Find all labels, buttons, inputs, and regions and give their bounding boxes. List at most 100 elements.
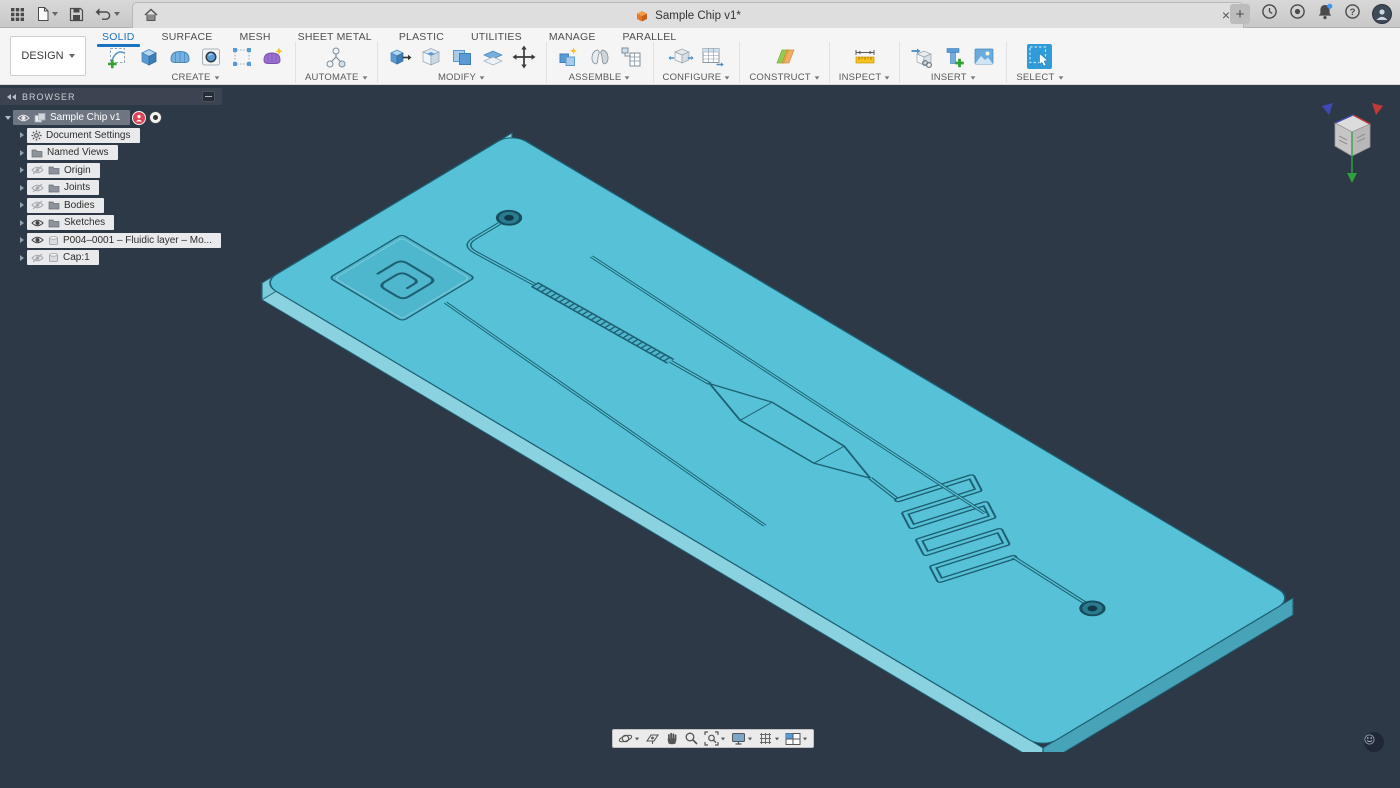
- expand-arrow-icon[interactable]: [17, 202, 27, 208]
- browser-row-sketches[interactable]: Sketches: [0, 214, 240, 232]
- browser-row-root[interactable]: Sample Chip v1: [0, 109, 240, 127]
- group-select: SELECT: [1007, 42, 1072, 83]
- expand-arrow-icon[interactable]: [17, 255, 27, 261]
- select-icon[interactable]: [1026, 43, 1053, 70]
- user-avatar[interactable]: [1372, 4, 1392, 24]
- move-icon[interactable]: [511, 44, 537, 70]
- pan-icon[interactable]: [664, 731, 680, 746]
- group-label-assemble[interactable]: ASSEMBLE: [569, 72, 631, 83]
- insert-part-icon[interactable]: [940, 44, 966, 70]
- group-label-modify[interactable]: MODIFY: [438, 72, 485, 83]
- look-at-icon[interactable]: [644, 731, 661, 746]
- new-tab-button[interactable]: +: [1230, 4, 1250, 24]
- tab-surface[interactable]: SURFACE: [162, 31, 213, 43]
- construction-plane-icon[interactable]: [772, 44, 798, 70]
- pattern-icon[interactable]: [229, 44, 255, 70]
- tab-sheet-metal[interactable]: SHEET METAL: [298, 31, 372, 43]
- orbit-icon[interactable]: [617, 731, 641, 746]
- split-body-icon[interactable]: [480, 44, 506, 70]
- form-icon[interactable]: [167, 44, 193, 70]
- file-icon[interactable]: [36, 6, 58, 22]
- browser-row-fluidic-layer[interactable]: P004–0001 – Fluidic layer – Mo...: [0, 232, 240, 250]
- undo-icon[interactable]: [95, 7, 120, 21]
- expand-arrow-icon[interactable]: [17, 185, 27, 191]
- view-cube-body[interactable]: [1335, 115, 1370, 156]
- axis-x-arrow[interactable]: [1372, 103, 1383, 115]
- viewport-canvas[interactable]: BROWSER Sample Chip v1: [0, 85, 1400, 752]
- tab-utilities[interactable]: UTILITIES: [471, 31, 522, 43]
- hole-icon[interactable]: [198, 44, 224, 70]
- expand-arrow-icon[interactable]: [17, 220, 27, 226]
- view-cube[interactable]: [1310, 93, 1395, 188]
- visibility-off-eye-icon[interactable]: [31, 183, 44, 193]
- visibility-eye-icon[interactable]: [31, 235, 44, 245]
- automate-icon[interactable]: [323, 44, 349, 70]
- group-label-inspect[interactable]: INSPECT: [839, 72, 891, 83]
- fit-icon[interactable]: [703, 731, 727, 746]
- insert-derive-icon[interactable]: [909, 44, 935, 70]
- visibility-off-eye-icon[interactable]: [31, 200, 44, 210]
- group-label-insert[interactable]: INSERT: [931, 72, 976, 83]
- create-form-icon[interactable]: [260, 44, 286, 70]
- browser-row-named-views[interactable]: Named Views: [0, 144, 240, 162]
- activate-radio-icon[interactable]: [149, 111, 162, 124]
- shell-icon[interactable]: [418, 44, 444, 70]
- axis-z-arrow[interactable]: [1322, 103, 1333, 115]
- browser-tree: Sample Chip v1 Document Settings: [0, 109, 240, 267]
- visibility-off-eye-icon[interactable]: [31, 165, 44, 175]
- notifications-bell-icon[interactable]: [1317, 3, 1333, 25]
- browser-row-origin[interactable]: Origin: [0, 162, 240, 180]
- group-label-create[interactable]: CREATE: [171, 72, 219, 83]
- display-filter-icon[interactable]: [202, 91, 215, 102]
- tab-mesh[interactable]: MESH: [240, 31, 271, 43]
- visibility-off-eye-icon[interactable]: [31, 253, 44, 263]
- browser-row-bodies[interactable]: Bodies: [0, 197, 240, 215]
- chevron-down-icon: [52, 12, 58, 16]
- combine-icon[interactable]: [449, 44, 475, 70]
- assistant-icon[interactable]: [1364, 732, 1384, 752]
- collapse-panel-icon[interactable]: [7, 94, 16, 100]
- group-label-automate[interactable]: AUTOMATE: [305, 72, 368, 83]
- group-label-configure[interactable]: CONFIGURE: [663, 72, 731, 83]
- expand-arrow-icon[interactable]: [17, 167, 27, 173]
- extrude-icon[interactable]: [136, 44, 162, 70]
- grid-icon[interactable]: [757, 731, 781, 746]
- browser-row-cap[interactable]: Cap:1: [0, 249, 240, 267]
- group-label-select[interactable]: SELECT: [1016, 72, 1063, 83]
- tab-manage[interactable]: MANAGE: [549, 31, 596, 43]
- tab-plastic[interactable]: PLASTIC: [399, 31, 444, 43]
- joint-icon[interactable]: [587, 44, 613, 70]
- tab-parallel[interactable]: PARALLEL: [623, 31, 677, 43]
- help-icon[interactable]: ?: [1344, 3, 1361, 25]
- save-icon[interactable]: [69, 7, 84, 22]
- configuration-table-icon[interactable]: [699, 44, 725, 70]
- viewports-icon[interactable]: [784, 732, 809, 746]
- axis-y-arrow[interactable]: [1347, 173, 1357, 183]
- canvas-image-icon[interactable]: [971, 44, 997, 70]
- browser-header[interactable]: BROWSER: [0, 88, 222, 105]
- extensions-icon[interactable]: [1289, 3, 1306, 25]
- job-status-icon[interactable]: [1261, 3, 1278, 25]
- display-settings-icon[interactable]: [730, 731, 754, 746]
- browser-row-joints[interactable]: Joints: [0, 179, 240, 197]
- browser-row-document-settings[interactable]: Document Settings: [0, 127, 240, 145]
- tab-solid[interactable]: SOLID: [102, 31, 135, 43]
- press-pull-icon[interactable]: [387, 44, 413, 70]
- group-label-construct[interactable]: CONSTRUCT: [749, 72, 819, 83]
- measure-icon[interactable]: [852, 44, 878, 70]
- expand-arrow-icon[interactable]: [17, 150, 27, 156]
- create-sketch-icon[interactable]: [105, 44, 131, 70]
- workspace-selector[interactable]: DESIGN: [10, 36, 86, 76]
- visibility-eye-icon[interactable]: [17, 113, 30, 123]
- expand-arrow-icon[interactable]: [17, 132, 27, 138]
- new-component-icon[interactable]: [556, 44, 582, 70]
- app-grid-icon[interactable]: [10, 7, 25, 22]
- expand-arrow-icon[interactable]: [17, 237, 27, 243]
- configuration-icon[interactable]: [668, 44, 694, 70]
- visibility-eye-icon[interactable]: [31, 218, 44, 228]
- rigid-group-icon[interactable]: [618, 44, 644, 70]
- document-tab[interactable]: Sample Chip v1* ×: [132, 2, 1244, 28]
- zoom-icon[interactable]: [683, 731, 700, 746]
- expand-arrow-icon[interactable]: [3, 116, 13, 120]
- collaborator-badge[interactable]: [132, 111, 146, 125]
